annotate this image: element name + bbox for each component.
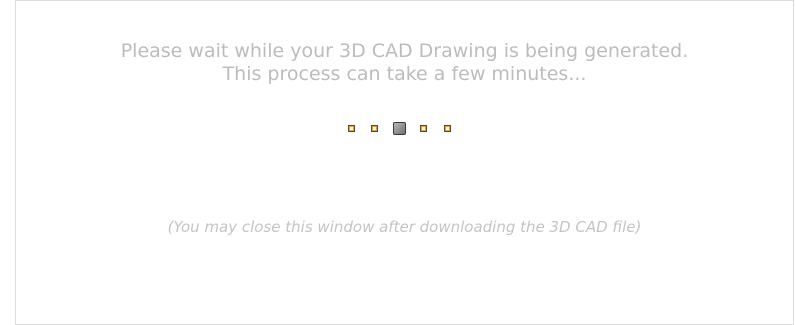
- loading-dot-5: [444, 125, 451, 132]
- loading-panel: Please wait while your 3D CAD Drawing is…: [15, 0, 794, 325]
- close-window-note: (You may close this window after downloa…: [167, 218, 642, 236]
- loading-message-line-2: This process can take a few minutes...: [222, 63, 587, 85]
- loading-indicator: [346, 120, 461, 136]
- loading-message-line-1: Please wait while your 3D CAD Drawing is…: [120, 40, 689, 62]
- loading-dot-1: [348, 125, 355, 132]
- loading-dot-2: [371, 125, 378, 132]
- loading-dot-3-active: [393, 122, 406, 135]
- loading-dot-4: [420, 125, 427, 132]
- loading-message: Please wait while your 3D CAD Drawing is…: [16, 40, 793, 86]
